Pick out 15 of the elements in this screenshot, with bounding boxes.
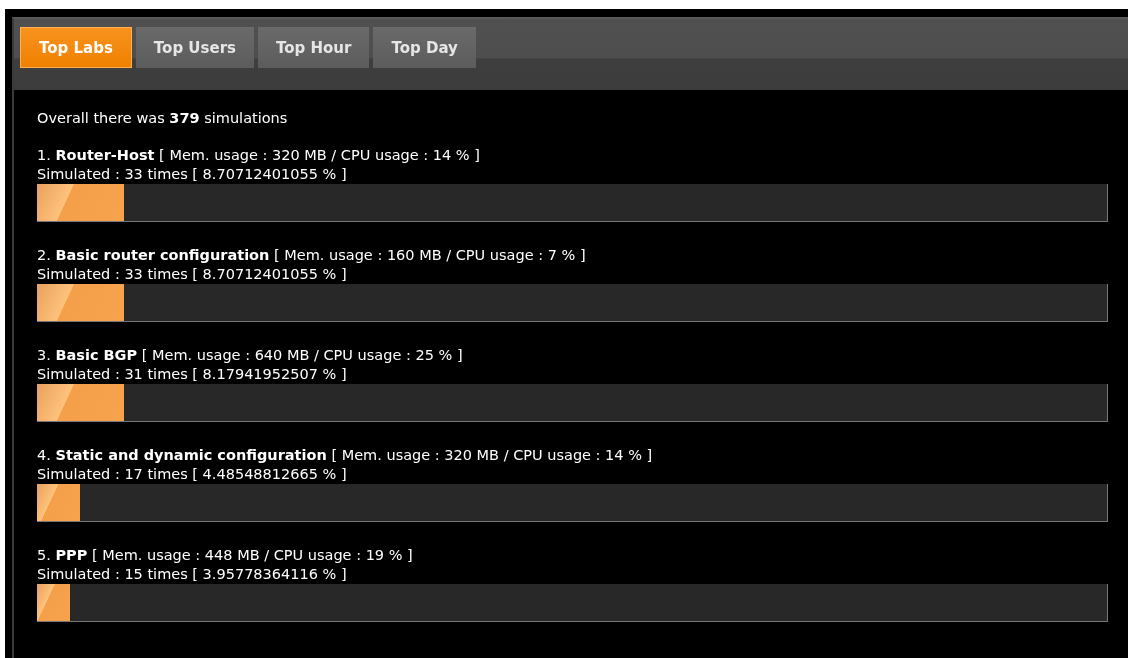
tab[interactable]: Top Hour — [258, 27, 370, 68]
summary-text: Overall there was 379 simulations — [37, 109, 289, 128]
simulated-text: Simulated : 33 times [ 8.70712401055 % ] — [37, 165, 348, 184]
lab-title: 3. Basic BGP [ Mem. usage : 640 MB / CPU usage : 25 % ] — [37, 346, 464, 365]
tab[interactable]: Top Day — [373, 27, 476, 68]
lab-title: 2. Basic router configuration [ Mem. usage : 160 MB / CPU usage : 7 % ] — [37, 246, 587, 265]
lab-title: 1. Router-Host [ Mem. usage : 320 MB / CPU usage : 14 % ] — [37, 146, 481, 165]
tab[interactable]: Top Users — [135, 27, 254, 68]
simulated-text: Simulated : 17 times [ 4.48548812665 % ] — [37, 465, 348, 484]
lab-title: 4. Static and dynamic configuration [ Mem. usage : 320 MB / CPU usage : 14 % ] — [37, 446, 654, 465]
simulated-text: Simulated : 15 times [ 3.95778364116 % ] — [37, 565, 348, 584]
tab[interactable]: Top Labs — [20, 27, 132, 68]
lab-title: 5. PPP [ Mem. usage : 448 MB / CPU usage : 19 % ] — [37, 546, 414, 565]
simulated-text: Simulated : 33 times [ 8.70712401055 % ] — [37, 265, 348, 284]
simulated-text: Simulated : 31 times [ 8.17941952507 % ] — [37, 365, 348, 384]
